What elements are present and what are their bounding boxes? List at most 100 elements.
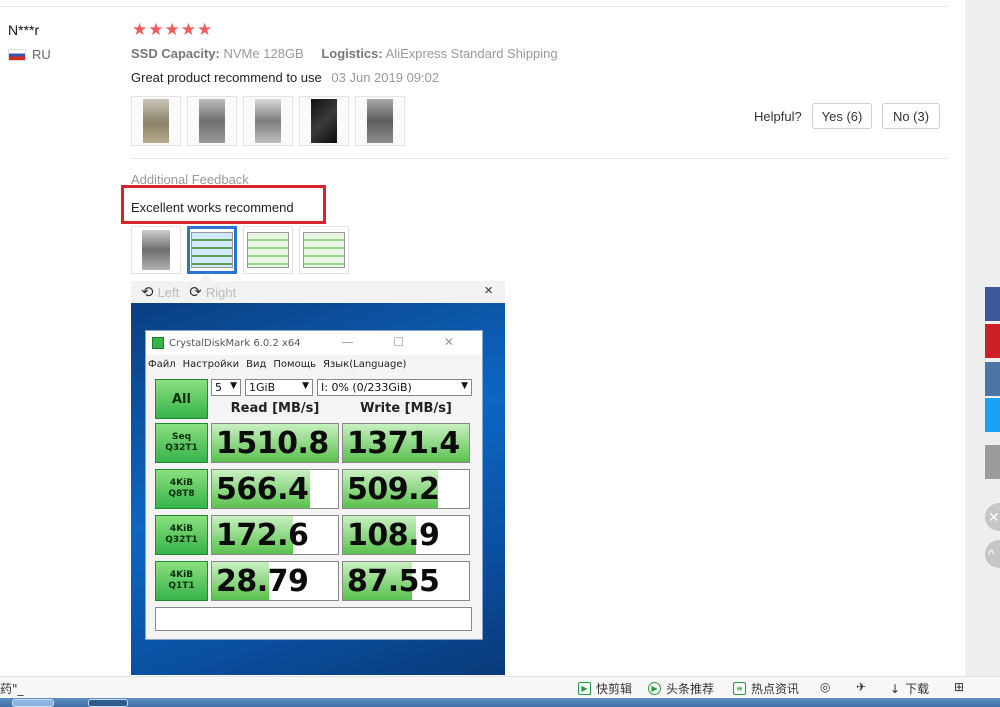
cdm-read-cell: 1510.8 (211, 423, 339, 463)
additional-photo-thumb-selected[interactable] (187, 226, 237, 274)
country-code: RU (32, 47, 51, 62)
cdm-read-cell: 172.6 (211, 515, 339, 555)
chevron-down-icon: ▼ (230, 381, 237, 391)
play-circle-icon: ▶ (648, 682, 661, 695)
status-item-label: 热点资讯 (751, 682, 800, 696)
cdm-write-value: 1371.4 (347, 425, 460, 461)
rotate-left-icon: ⟲ (141, 284, 154, 301)
pin-icon[interactable]: ✈ (856, 680, 866, 694)
vk-share-icon[interactable] (985, 362, 1000, 396)
cdm-write-cell: 108.9 (342, 515, 470, 555)
cdm-all-button: All (155, 379, 208, 419)
helpful-no-button[interactable]: No (3) (882, 103, 940, 129)
rotate-left-label: Left (157, 284, 180, 300)
review-photos (131, 96, 405, 146)
cdm-comment-field (155, 607, 472, 631)
status-item-redian[interactable]: ≡ 热点资讯 (733, 680, 799, 697)
logistics-label: Logistics: (321, 46, 383, 61)
cdm-read-cell: 28.79 (211, 561, 339, 601)
twitter-share-icon[interactable] (985, 398, 1000, 432)
review-photo-thumb[interactable] (355, 96, 405, 146)
additional-photo-thumb[interactable] (243, 226, 293, 274)
cdm-count-select: 5 ▼ (211, 379, 241, 396)
news-icon: ≡ (733, 682, 746, 695)
cdm-read-value: 1510.8 (216, 425, 329, 461)
star-rating: ★★★★★ (132, 20, 214, 39)
share-icon[interactable] (985, 445, 1000, 479)
cdm-write-cell: 87.55 (342, 561, 470, 601)
cdm-write-value: 509.2 (347, 471, 440, 507)
additional-photo-thumb[interactable] (131, 226, 181, 274)
cdm-row-sublabel: Q8T8 (168, 489, 195, 499)
cdm-row-label: 4KiB (169, 524, 194, 534)
cdm-size-select: 1GiB ▼ (245, 379, 313, 396)
rotate-right-button[interactable]: ⟳ Right (189, 283, 236, 301)
divider-additional (131, 158, 947, 159)
cdm-window-buttons: — ☐ ✕ (341, 335, 472, 349)
grid-icon[interactable]: ⊞ (954, 680, 964, 694)
status-item-download[interactable]: ↓ 下载 (890, 680, 929, 697)
review-photo-thumb[interactable] (187, 96, 237, 146)
additional-photo-thumb[interactable] (299, 226, 349, 274)
additional-photos (131, 226, 349, 274)
cdm-menu-item: Файл (148, 358, 176, 370)
cdm-row-label: Seq (171, 432, 192, 442)
review-photo-thumb[interactable] (131, 96, 181, 146)
cdm-read-value: 566.4 (216, 471, 309, 507)
status-item-toutiao[interactable]: ▶ 头条推荐 (648, 680, 714, 697)
capacity-value: NVMe 128GB (223, 46, 304, 61)
cdm-row-label: 4KiB (169, 570, 194, 580)
divider-top (0, 6, 947, 7)
status-item-kuaijianji[interactable]: ▶ 快剪辑 (578, 680, 632, 697)
cdm-write-header: Write [MB/s] (360, 401, 452, 416)
cdm-menu-item: Вид (246, 358, 267, 370)
rotate-left-button[interactable]: ⟲ Left (141, 283, 179, 301)
russia-flag-icon (8, 48, 26, 61)
cdm-read-value: 28.79 (216, 563, 309, 599)
taskbar-button[interactable] (88, 699, 128, 707)
windows-taskbar (0, 698, 1000, 707)
image-viewer-toolbar: ⟲ Left ⟳ Right × (131, 281, 505, 303)
taskbar-button[interactable] (12, 699, 54, 707)
cdm-menu-item: Язык(Language) (323, 358, 407, 370)
reviewer-name: N***r (8, 22, 40, 38)
cdm-drive-select: I: 0% (0/233GiB) ▼ (317, 379, 472, 396)
cdm-row-button: 4KiB Q8T8 (155, 469, 208, 509)
helpful-yes-button[interactable]: Yes (6) (812, 103, 872, 129)
cdm-write-cell: 509.2 (342, 469, 470, 509)
selected-pointer (199, 274, 213, 281)
browser-icon[interactable]: ◎ (820, 680, 830, 694)
highlight-box (121, 185, 326, 224)
logistics-value: AliExpress Standard Shipping (385, 46, 558, 61)
status-item-label: 快剪辑 (596, 682, 633, 696)
cdm-write-cell: 1371.4 (342, 423, 470, 463)
status-text: 药"_ (0, 682, 24, 696)
cdm-logo-icon (152, 337, 164, 349)
cdm-row-button: Seq Q32T1 (155, 423, 208, 463)
cdm-titlebar: CrystalDiskMark 6.0.2 x64 — ☐ ✕ (146, 331, 482, 355)
capacity-label: SSD Capacity: (131, 46, 220, 61)
cdm-read-header: Read [MB/s] (230, 401, 320, 416)
status-item-label: 下载 (905, 682, 930, 696)
viewer-close-icon[interactable]: × (484, 282, 493, 299)
pinterest-share-icon[interactable] (985, 324, 1000, 358)
rotate-right-icon: ⟳ (189, 284, 202, 301)
cdm-title: CrystalDiskMark 6.0.2 x64 (169, 337, 301, 349)
review-photo-thumb[interactable] (299, 96, 349, 146)
cdm-menu-item: Помощь (273, 358, 317, 370)
cdm-menubar: Файл Настройки Вид Помощь Язык(Language) (146, 355, 482, 373)
cdm-row-label: 4KiB (169, 478, 194, 488)
review-date: 03 Jun 2019 09:02 (331, 70, 440, 85)
cdm-read-value: 172.6 (216, 517, 309, 553)
helpful-label: Helpful? (754, 109, 802, 124)
play-icon: ▶ (578, 682, 591, 695)
chevron-down-icon: ▼ (461, 381, 468, 391)
review-attributes: SSD Capacity: NVMe 128GB Logistics: AliE… (131, 46, 572, 61)
facebook-share-icon[interactable] (985, 287, 1000, 321)
reviewer-country: RU (8, 47, 51, 62)
crystaldiskmark-window: CrystalDiskMark 6.0.2 x64 — ☐ ✕ Файл Нас… (145, 330, 483, 640)
cdm-row-sublabel: Q1T1 (168, 581, 195, 591)
review-body: Great product recommend to use (131, 70, 322, 85)
status-item-label: 头条推荐 (666, 682, 715, 696)
review-photo-thumb[interactable] (243, 96, 293, 146)
